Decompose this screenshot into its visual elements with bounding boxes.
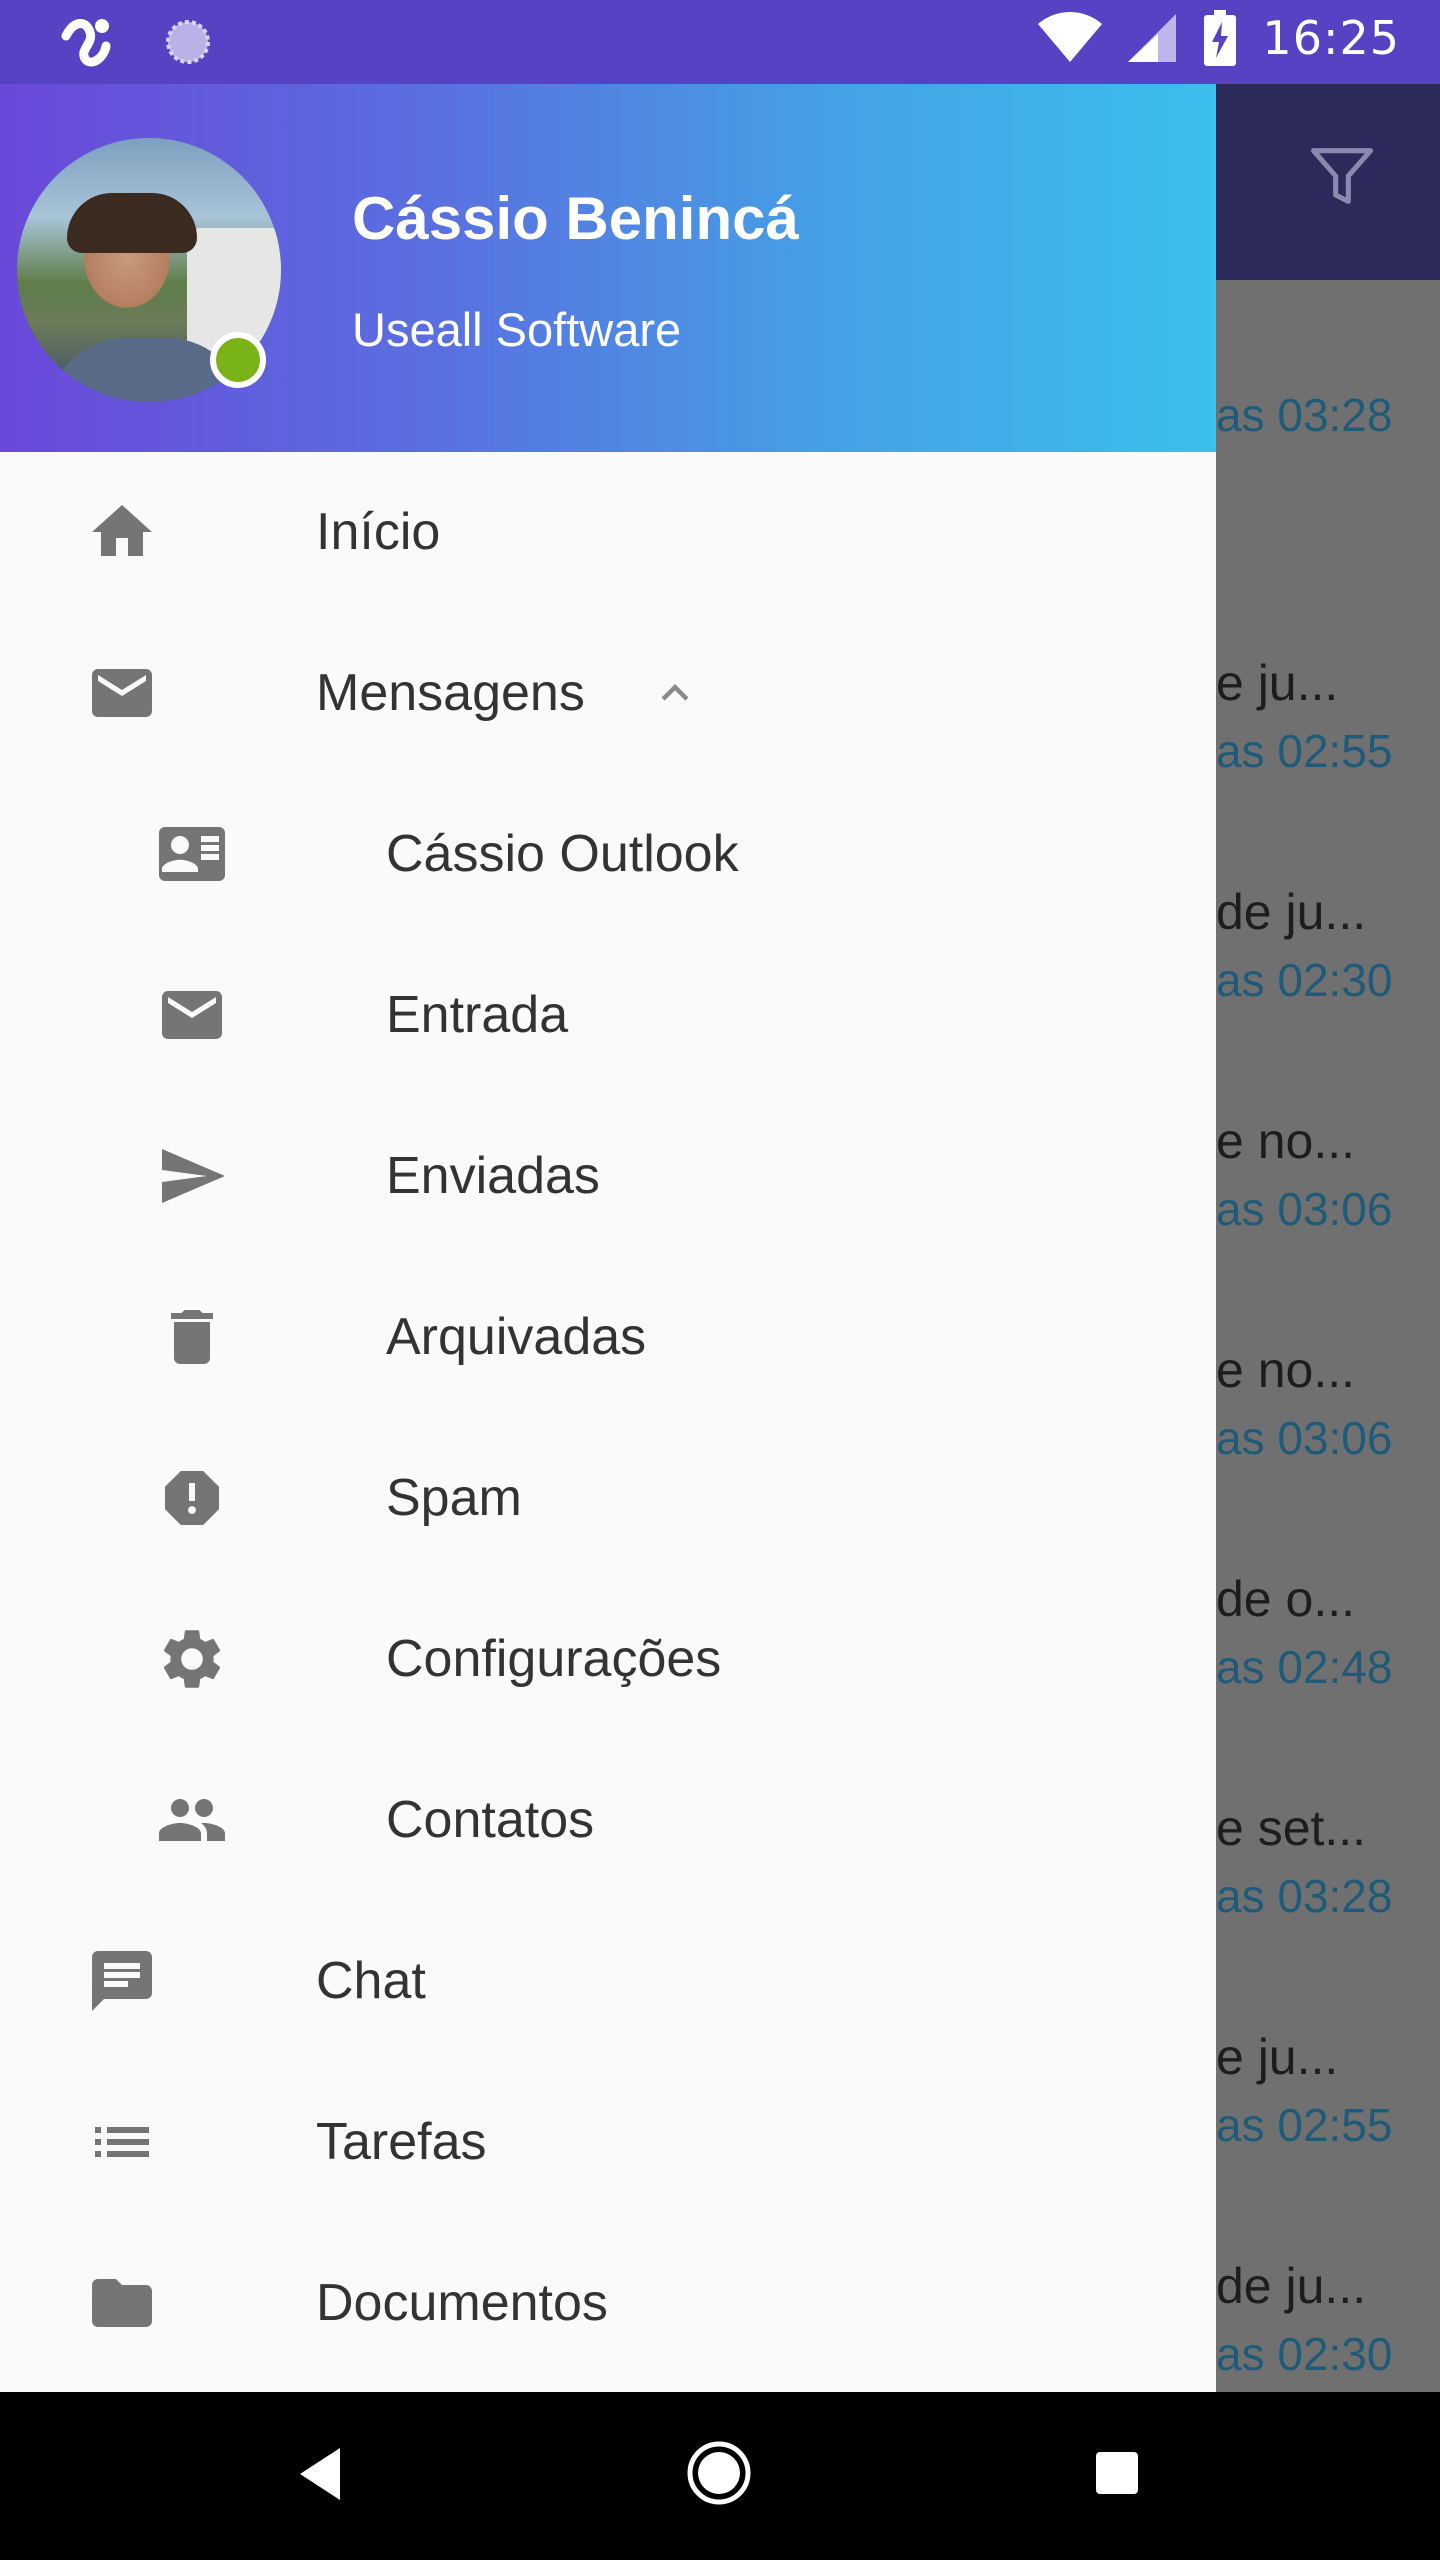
background-list-time: as 02:30: [1216, 2328, 1393, 2380]
background-list-subject: e ju...: [1216, 2029, 1339, 2085]
drawer-header: Cássio Benincá Useall Software: [0, 84, 1216, 452]
menu-item-label: Contatos: [386, 1791, 595, 1849]
contact-mail-icon: [159, 827, 225, 881]
battery-charging-icon: [1204, 10, 1237, 66]
gear-icon: [163, 1630, 221, 1688]
user-name: Cássio Benincá: [352, 185, 799, 252]
menu-item-label: Início: [316, 503, 441, 561]
menu-item-documentos[interactable]: Documentos: [0, 2223, 1216, 2383]
menu-item-label: Chat: [316, 1952, 426, 2010]
menu-item-cassio-outlook[interactable]: Cássio Outlook: [0, 774, 1216, 934]
wifi-icon: [1038, 12, 1103, 62]
menu-item-label: Configurações: [386, 1630, 722, 1688]
app-logo-icon: [61, 19, 111, 67]
send-icon: [162, 1149, 225, 1203]
menu-item-inicio[interactable]: Início: [0, 452, 1216, 612]
menu-item-mensagens[interactable]: Mensagens: [0, 613, 1216, 773]
menu-item-contatos[interactable]: Contatos: [0, 1740, 1216, 1900]
menu-item-tarefas[interactable]: Tarefas: [0, 2062, 1216, 2222]
chevron-up-icon[interactable]: [648, 666, 702, 720]
menu-item-chat[interactable]: Chat: [0, 1901, 1216, 2061]
menu-item-label: Tarefas: [316, 2113, 487, 2171]
background-list-subject: e set...: [1216, 1800, 1367, 1856]
background-list-subject: de ju...: [1216, 2258, 1367, 2314]
report-icon: [165, 1471, 219, 1525]
mail-icon: [92, 669, 152, 717]
online-status-indicator: [210, 332, 266, 388]
list-icon: [95, 2127, 149, 2157]
chat-icon: [92, 1951, 152, 2011]
menu-item-label: Arquivadas: [386, 1308, 647, 1366]
background-list-time: as 02:55: [1216, 2099, 1393, 2151]
menu-item-label: Spam: [386, 1469, 522, 1527]
menu-item-spam[interactable]: Spam: [0, 1418, 1216, 1578]
status-bar: 16:25: [0, 0, 1440, 84]
background-list-subject: de ju...: [1216, 884, 1367, 940]
filter-icon[interactable]: [1304, 138, 1380, 214]
folder-icon: [92, 2279, 152, 2327]
system-navigation-bar: [0, 2392, 1440, 2560]
user-company: Useall Software: [352, 303, 682, 356]
status-time: 16:25: [1262, 11, 1400, 65]
background-list-subject: e no...: [1216, 1342, 1355, 1398]
background-message-list: as 03:28 e ju... as 02:55 de ju... as 02:30 e…: [1216, 280, 1440, 2392]
recent-apps-icon[interactable]: [1096, 2452, 1138, 2494]
people-icon: [159, 1799, 225, 1841]
menu-item-label: Mensagens: [316, 664, 585, 722]
menu-item-label: Enviadas: [386, 1147, 600, 1205]
menu-item-label: Documentos: [316, 2274, 608, 2332]
background-list-subject: e ju...: [1216, 655, 1339, 711]
background-list-time: as 03:28: [1216, 1870, 1393, 1922]
sync-icon: [166, 20, 210, 64]
trash-icon: [171, 1310, 213, 1364]
background-list-time: as 02:30: [1216, 954, 1393, 1006]
menu-item-label: Cássio Outlook: [386, 825, 739, 883]
background-list-time: as 03:28: [1216, 389, 1393, 441]
background-list-time: as 02:48: [1216, 1641, 1393, 1693]
signal-icon: [1128, 14, 1177, 62]
menu-item-label: Entrada: [386, 986, 569, 1044]
background-list-time: as 02:55: [1216, 725, 1393, 777]
background-list-time: as 03:06: [1216, 1412, 1393, 1464]
home-icon: [92, 505, 152, 556]
menu-item-arquivadas[interactable]: Arquivadas: [0, 1257, 1216, 1417]
back-icon[interactable]: [298, 2446, 342, 2502]
menu-item-entrada[interactable]: Entrada: [0, 935, 1216, 1095]
menu-item-enviadas[interactable]: Enviadas: [0, 1096, 1216, 1256]
menu-item-configuracoes[interactable]: Configurações: [0, 1579, 1216, 1739]
home-button-icon[interactable]: [686, 2440, 752, 2506]
background-list-subject: e no...: [1216, 1113, 1355, 1169]
mail-icon: [162, 991, 222, 1039]
navigation-drawer: Cássio Benincá Useall Software Início Men…: [0, 84, 1216, 2392]
background-list-time: as 03:06: [1216, 1183, 1393, 1235]
background-list-subject: de o...: [1216, 1571, 1355, 1627]
